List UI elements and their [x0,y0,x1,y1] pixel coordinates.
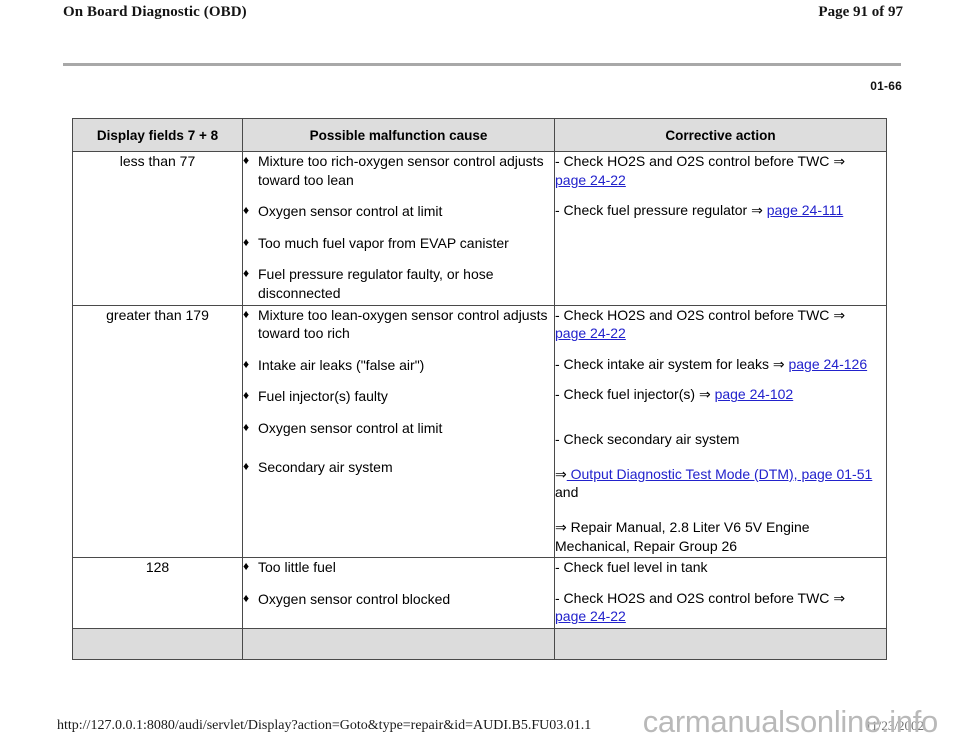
cross-reference-link[interactable]: Output Diagnostic Test Mode (DTM), page … [567,466,873,482]
list-item: ♦ Too much fuel vapor from EVAP canister [243,234,554,253]
action-text: - Check intake air system for leaks [555,355,773,372]
display-field-value: greater than 179 [72,304,243,559]
footer-date-label: 11/23/2002 [865,718,924,733]
corrective-action-cell: - Check HO2S and O2S control before TWC … [554,151,887,306]
action-item: - Check HO2S and O2S control before TWC … [555,152,886,189]
action-text: - Check HO2S and O2S control before TWC [555,306,834,323]
malfunction-cause-cell: ♦ Too little fuel ♦ Oxygen sensor contro… [242,557,555,629]
table-row: greater than 179 ♦ Mixture too lean-oxyg… [72,304,887,559]
table-footer-row [72,627,887,660]
list-item-label: Fuel pressure regulator faulty, or hose … [258,266,494,302]
list-item: ♦ Fuel injector(s) faulty [243,387,554,406]
table-row: less than 77 ♦ Mixture too rich-oxygen s… [72,151,887,306]
cross-reference-link[interactable]: page 24-102 [715,386,794,402]
list-item: ♦ Mixture too rich-oxygen sensor control… [243,152,554,189]
list-item-label: Secondary air system [258,458,393,475]
action-text: - Check fuel pressure regulator [555,202,752,219]
column-header-corrective-action: Corrective action [554,118,887,152]
cross-reference-link[interactable]: page 24-126 [788,356,867,372]
action-item: - Check fuel pressure regulator ⇒ page 2… [555,201,886,220]
action-item: - Check fuel injector(s) ⇒ page 24-102 [555,385,886,404]
diamond-bullet-icon: ♦ [243,388,250,403]
action-item: - Check HO2S and O2S control before TWC … [555,306,886,343]
diagnostic-table: Display fields 7 + 8 Possible malfunctio… [72,118,887,660]
list-item-label: Too little fuel [258,559,336,576]
page-header: On Board Diagnostic (OBD) Page 91 of 97 [0,4,960,30]
double-arrow-icon: ⇒ [751,202,763,219]
section-code-label: 01-66 [870,79,902,93]
double-arrow-icon: ⇒ [833,306,846,323]
diamond-bullet-icon: ♦ [243,266,250,281]
list-item: ♦ Fuel pressure regulator faulty, or hos… [243,265,554,302]
column-header-display-fields: Display fields 7 + 8 [72,118,243,152]
action-text: - Check HO2S and O2S control before TWC [555,153,834,169]
action-item: - Check intake air system for leaks ⇒ pa… [555,355,886,374]
diamond-bullet-icon: ♦ [243,153,250,167]
diamond-bullet-icon: ♦ [243,203,250,218]
corrective-action-cell: - Check fuel level in tank - Check HO2S … [554,557,887,629]
action-item: - Check secondary air system [555,430,886,449]
footer-cell-action [554,627,887,660]
list-item: ♦ Mixture too lean-oxygen sensor control… [243,306,554,343]
header-divider [63,63,901,66]
double-arrow-icon: ⇒ [555,465,567,482]
list-item-label: Oxygen sensor control at limit [258,420,443,437]
page-footer: http://127.0.0.1:8080/audi/servlet/Displ… [0,708,960,734]
footer-cell-display [72,627,243,660]
cross-reference-link[interactable]: page 24-111 [767,202,844,218]
list-item-label: Fuel injector(s) faulty [258,388,388,405]
page-number-label: Page 91 of 97 [818,4,903,20]
diamond-bullet-icon: ♦ [243,559,250,574]
action-item: ⇒ Output Diagnostic Test Mode (DTM), pag… [555,465,886,502]
list-item-label: Intake air leaks ("false air") [258,356,425,373]
diamond-bullet-icon: ♦ [243,458,250,473]
corrective-action-cell: - Check HO2S and O2S control before TWC … [554,304,887,559]
list-item-label: Mixture too rich-oxygen sensor control a… [258,153,544,188]
column-header-malfunction-cause: Possible malfunction cause [242,118,555,152]
action-text: Repair Manual, 2.8 Liter V6 5V Engine Me… [555,518,810,554]
list-item-label: Too much fuel vapor from EVAP canister [258,234,509,251]
list-item-label: Oxygen sensor control blocked [258,590,451,607]
list-item: ♦ Oxygen sensor control at limit [243,202,554,221]
cross-reference-link[interactable]: page 24-22 [555,172,626,188]
action-text: - Check HO2S and O2S control before TWC [555,589,834,606]
action-text: - Check fuel injector(s) [555,386,699,403]
diamond-bullet-icon: ♦ [243,306,250,321]
list-item-label: Oxygen sensor control at limit [258,203,443,220]
footer-cell-cause [242,627,555,660]
cross-reference-link[interactable]: page 24-22 [555,608,626,624]
list-item-label: Mixture too lean-oxygen sensor control a… [258,306,548,342]
display-field-value: less than 77 [72,151,243,306]
double-arrow-icon: ⇒ [833,153,846,169]
action-text: and [555,484,579,501]
diamond-bullet-icon: ♦ [243,420,250,435]
list-item: ♦ Oxygen sensor control at limit [243,419,554,438]
table-header-row: Display fields 7 + 8 Possible malfunctio… [72,118,887,152]
diamond-bullet-icon: ♦ [243,234,250,249]
list-item: ♦ Intake air leaks ("false air") [243,356,554,375]
cross-reference-link[interactable]: page 24-22 [555,325,626,341]
action-text: - Check secondary air system [555,431,740,448]
double-arrow-icon: ⇒ [698,386,711,403]
diamond-bullet-icon: ♦ [243,590,250,605]
double-arrow-icon: ⇒ [833,589,846,606]
action-item: - Check HO2S and O2S control before TWC … [555,589,886,626]
double-arrow-icon: ⇒ [555,518,567,535]
source-url-label: http://127.0.0.1:8080/audi/servlet/Displ… [57,718,592,733]
document-title: On Board Diagnostic (OBD) [63,4,247,20]
diamond-bullet-icon: ♦ [243,356,250,371]
table-row: 128 ♦ Too little fuel ♦ Oxygen sensor co… [72,557,887,629]
malfunction-cause-cell: ♦ Mixture too rich-oxygen sensor control… [242,151,555,306]
double-arrow-icon: ⇒ [772,355,785,372]
malfunction-cause-cell: ♦ Mixture too lean-oxygen sensor control… [242,304,555,559]
display-field-value: 128 [72,557,243,629]
list-item: ♦ Too little fuel [243,558,554,577]
list-item: ♦ Secondary air system [243,458,554,477]
action-text: - Check fuel level in tank [555,559,708,576]
action-item: ⇒ Repair Manual, 2.8 Liter V6 5V Engine … [555,518,886,555]
action-item: - Check fuel level in tank [555,558,886,577]
list-item: ♦ Oxygen sensor control blocked [243,590,554,609]
